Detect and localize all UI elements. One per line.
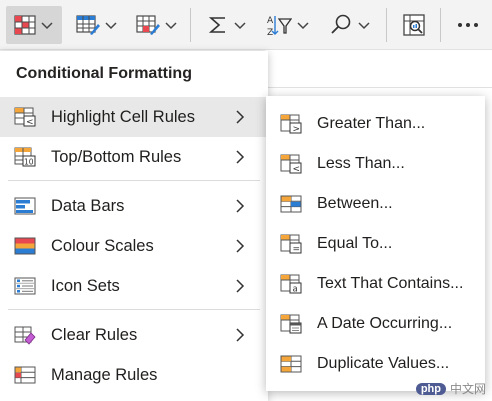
autosum-icon [208, 17, 225, 33]
icon-sets-icon [14, 277, 36, 295]
submenu-item-label: Duplicate Values... [317, 355, 450, 372]
more-options-icon [458, 23, 478, 27]
chevron-right-icon [236, 110, 245, 124]
menu-divider [8, 180, 260, 181]
colour-scales-icon [14, 237, 36, 255]
cell-styles-button[interactable] [132, 6, 182, 44]
menu-item-label: Data Bars [51, 196, 125, 215]
between-icon [280, 195, 302, 213]
formula-bar-strip [265, 58, 492, 88]
submenu-item-date-occurring[interactable]: A Date Occurring... [266, 304, 485, 344]
submenu-item-label: Greater Than... [317, 115, 426, 132]
conditional-formatting-icon [14, 15, 36, 35]
chevron-down-icon [297, 22, 309, 30]
svg-text:=: = [293, 245, 301, 255]
find-select-button[interactable] [324, 6, 376, 44]
less-than-icon: < [280, 154, 302, 174]
text-contains-icon: a [280, 274, 302, 294]
submenu-item-greater-than[interactable]: > Greater Than... [266, 104, 485, 144]
chevron-down-icon [165, 22, 177, 30]
sort-filter-button[interactable]: A Z [262, 6, 314, 44]
chevron-down-icon [234, 22, 246, 30]
sort-filter-icon: A Z [267, 16, 292, 37]
cell-styles-icon [136, 15, 160, 35]
chevron-right-icon [236, 199, 245, 213]
chevron-right-icon [236, 150, 245, 164]
menu-item-manage-rules[interactable]: Manage Rules [0, 355, 268, 395]
equal-to-icon: = [280, 234, 302, 254]
ribbon-toolbar: A Z [0, 0, 492, 50]
menu-item-top-bottom-rules[interactable]: 10 Top/Bottom Rules [0, 137, 268, 177]
menu-item-label: Top/Bottom Rules [51, 147, 182, 166]
svg-text:a: a [293, 285, 298, 295]
menu-item-highlight-cell-rules[interactable]: < Highlight Cell Rules [0, 97, 268, 137]
find-select-icon [331, 14, 351, 34]
data-bars-icon [14, 197, 36, 215]
more-options-button[interactable] [450, 6, 486, 44]
watermark-text: 中文网 [449, 382, 486, 396]
menu-item-label: Colour Scales [51, 236, 154, 255]
submenu-item-between[interactable]: Between... [266, 184, 485, 224]
date-occurring-icon [280, 314, 302, 334]
top-bottom-rules-icon: 10 [14, 147, 36, 167]
submenu-item-label: Between... [317, 195, 393, 212]
conditional-formatting-menu: Conditional Formatting < Highlight Cell … [0, 51, 268, 401]
submenu-item-label: Less Than... [317, 155, 405, 172]
svg-text:<: < [293, 165, 301, 175]
menu-title: Conditional Formatting [16, 65, 192, 82]
submenu-item-less-than[interactable]: < Less Than... [266, 144, 485, 184]
svg-text:10: 10 [24, 158, 34, 167]
format-as-table-icon [76, 15, 100, 35]
svg-text:<: < [26, 118, 34, 128]
greater-than-icon: > [280, 114, 302, 134]
svg-text:Z: Z [267, 28, 273, 37]
highlight-cell-rules-submenu: > Greater Than... < Less Than... Between… [266, 96, 485, 391]
submenu-item-equal-to[interactable]: = Equal To... [266, 224, 485, 264]
menu-item-label: Clear Rules [51, 325, 138, 344]
chevron-right-icon [236, 328, 245, 342]
ribbon-divider [190, 8, 191, 42]
chevron-right-icon [236, 239, 245, 253]
chevron-right-icon [236, 279, 245, 293]
highlight-cell-rules-icon: < [14, 107, 36, 127]
duplicate-values-icon [280, 355, 302, 373]
watermark: php 中文网 [415, 380, 486, 397]
clear-rules-icon [14, 326, 36, 345]
autosum-button[interactable] [200, 6, 254, 44]
chevron-down-icon [358, 22, 370, 30]
submenu-item-label: Text That Contains... [317, 275, 464, 292]
menu-item-label: Icon Sets [51, 276, 120, 295]
manage-rules-icon [14, 366, 36, 384]
menu-item-clear-rules[interactable]: Clear Rules [0, 315, 268, 355]
submenu-item-label: A Date Occurring... [317, 315, 453, 332]
ribbon-divider [386, 8, 387, 42]
menu-item-icon-sets[interactable]: Icon Sets [0, 266, 268, 306]
menu-item-label: Highlight Cell Rules [51, 107, 195, 126]
svg-text:A: A [267, 16, 274, 26]
format-as-table-button[interactable] [72, 6, 122, 44]
conditional-formatting-button[interactable] [6, 6, 62, 44]
chevron-down-icon [105, 22, 117, 30]
menu-item-data-bars[interactable]: Data Bars [0, 186, 268, 226]
submenu-item-duplicate-values[interactable]: Duplicate Values... [266, 344, 485, 384]
menu-divider [8, 309, 260, 310]
analyse-data-button[interactable] [396, 6, 432, 44]
menu-item-colour-scales[interactable]: Colour Scales [0, 226, 268, 266]
chevron-down-icon [41, 22, 53, 30]
analyse-data-icon [403, 14, 425, 36]
submenu-item-label: Equal To... [317, 235, 393, 252]
menu-item-label: Manage Rules [51, 365, 158, 384]
ribbon-divider [440, 8, 441, 42]
watermark-badge: php [415, 382, 446, 395]
svg-text:>: > [293, 125, 301, 135]
submenu-item-text-contains[interactable]: a Text That Contains... [266, 264, 485, 304]
